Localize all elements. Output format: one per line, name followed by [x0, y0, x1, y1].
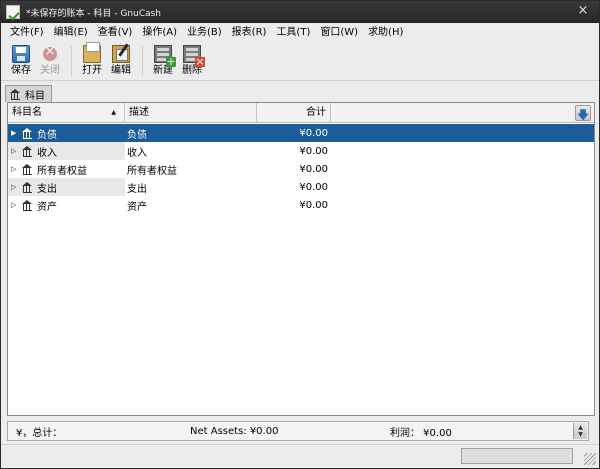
- column-filler: [331, 103, 594, 125]
- expand-arrow-icon[interactable]: ▷: [11, 147, 21, 155]
- delete-account-icon: [183, 45, 205, 67]
- column-account-name[interactable]: 科目名 ▲: [8, 103, 125, 123]
- open-button[interactable]: 打开: [78, 42, 106, 77]
- resize-grip-icon[interactable]: [584, 453, 596, 465]
- edit-icon: [112, 45, 130, 63]
- window-close-button[interactable]: ×: [575, 3, 591, 19]
- account-total: ¥0.00: [299, 199, 328, 211]
- tab-accounts[interactable]: 科目: [5, 85, 52, 102]
- menu-reports[interactable]: 报表(R): [227, 23, 272, 43]
- menu-business[interactable]: 业务(B): [182, 23, 227, 43]
- column-chooser-button[interactable]: [575, 105, 591, 125]
- menu-tools[interactable]: 工具(T): [271, 23, 315, 43]
- menu-view[interactable]: 查看(V): [93, 23, 138, 43]
- account-name: 负债: [37, 129, 57, 141]
- account-description: 所有者权益: [127, 165, 177, 177]
- bank-icon: [10, 89, 21, 100]
- bank-icon: [22, 146, 33, 157]
- column-account-name-label: 科目名: [12, 107, 42, 118]
- new-account-icon: [154, 45, 176, 67]
- delete-account-button[interactable]: 删除: [178, 43, 206, 77]
- tab-label: 科目: [25, 90, 45, 102]
- save-icon: [12, 45, 30, 63]
- bank-icon: [22, 182, 33, 193]
- close-icon: [43, 44, 57, 61]
- account-name: 资产: [37, 201, 57, 213]
- gnucash-window: *未保存的账本 - 科目 - GnuCash × 文件(F) 编辑(E) 查看(…: [0, 0, 600, 469]
- toolbar-separator: [71, 46, 72, 76]
- close-label: 关闭: [40, 65, 60, 76]
- expand-arrow-icon[interactable]: ▷: [11, 183, 21, 191]
- summary-bar: ¥，总计： Net Assets: ¥0.00 利润： ¥0.00 ▲ ▼: [7, 421, 589, 441]
- column-total[interactable]: 合计: [257, 103, 331, 123]
- account-row-assets[interactable]: ▷ 资产 资产 ¥0.00: [8, 196, 594, 214]
- summary-expander-button[interactable]: ▲ ▼: [573, 423, 587, 439]
- save-button[interactable]: 保存: [7, 43, 35, 77]
- account-name: 收入: [37, 147, 57, 159]
- title-bar: *未保存的账本 - 科目 - GnuCash ×: [1, 1, 599, 23]
- edit-label: 编辑: [111, 65, 131, 76]
- expand-arrow-icon[interactable]: ▶: [11, 129, 21, 137]
- bank-icon: [22, 200, 33, 211]
- account-row-equity[interactable]: ▷ 所有者权益 所有者权益 ¥0.00: [8, 160, 594, 178]
- toolbar-separator: [142, 46, 143, 76]
- edit-button[interactable]: 编辑: [107, 43, 135, 77]
- progress-bar: [461, 448, 573, 464]
- account-description: 支出: [127, 183, 147, 195]
- save-label: 保存: [11, 65, 31, 76]
- bank-icon: [22, 128, 33, 139]
- window-title: *未保存的账本 - 科目 - GnuCash: [26, 8, 162, 19]
- tab-strip: 科目: [5, 85, 52, 102]
- summary-net-assets: Net Assets: ¥0.00: [190, 425, 279, 437]
- close-button[interactable]: 关闭: [36, 43, 64, 77]
- menu-file[interactable]: 文件(F): [5, 23, 49, 43]
- account-description: 资产: [127, 201, 147, 213]
- menu-help[interactable]: 求助(H): [363, 23, 408, 43]
- account-name: 支出: [37, 183, 57, 195]
- menu-bar: 文件(F) 编辑(E) 查看(V) 操作(A) 业务(B) 报表(R) 工具(T…: [1, 23, 599, 43]
- account-description: 负债: [127, 129, 147, 141]
- account-total: ¥0.00: [299, 127, 328, 139]
- expand-arrow-icon[interactable]: ▷: [11, 201, 21, 209]
- menu-edit[interactable]: 编辑(E): [49, 23, 93, 43]
- account-row-liabilities[interactable]: ▶ 负债 负债 ¥0.00: [8, 124, 594, 142]
- column-description[interactable]: 描述: [125, 103, 257, 123]
- toolbar: 保存 关闭 打开 编辑 新建 删除: [1, 42, 599, 81]
- account-description: 收入: [127, 147, 147, 159]
- summary-currency-total: ¥，总计：: [16, 427, 63, 439]
- account-name: 所有者权益: [37, 165, 87, 177]
- gnucash-app-icon: [6, 5, 20, 19]
- status-bar: [1, 444, 599, 468]
- menu-actions[interactable]: 操作(A): [137, 23, 182, 43]
- menu-windows[interactable]: 窗口(W): [315, 23, 363, 43]
- open-folder-icon: [83, 42, 101, 63]
- bank-icon: [22, 164, 33, 175]
- column-header: 科目名 ▲ 描述 合计: [8, 103, 594, 125]
- new-account-button[interactable]: 新建: [149, 43, 177, 77]
- account-row-expenses[interactable]: ▷ 支出 支出 ¥0.00: [8, 178, 594, 196]
- summary-profit: 利润： ¥0.00: [390, 427, 452, 439]
- open-label: 打开: [82, 65, 102, 76]
- account-total: ¥0.00: [299, 181, 328, 193]
- account-row-income[interactable]: ▷ 收入 收入 ¥0.00: [8, 142, 594, 160]
- account-tree[interactable]: 科目名 ▲ 描述 合计 ▶ 负债 负债 ¥0.00 ▷: [7, 102, 595, 416]
- account-total: ¥0.00: [299, 163, 328, 175]
- column-description-label: 描述: [129, 107, 149, 118]
- expand-arrow-icon[interactable]: ▷: [11, 165, 21, 173]
- sort-ascending-icon: ▲: [111, 109, 116, 116]
- column-total-label: 合计: [306, 107, 326, 118]
- account-total: ¥0.00: [299, 145, 328, 157]
